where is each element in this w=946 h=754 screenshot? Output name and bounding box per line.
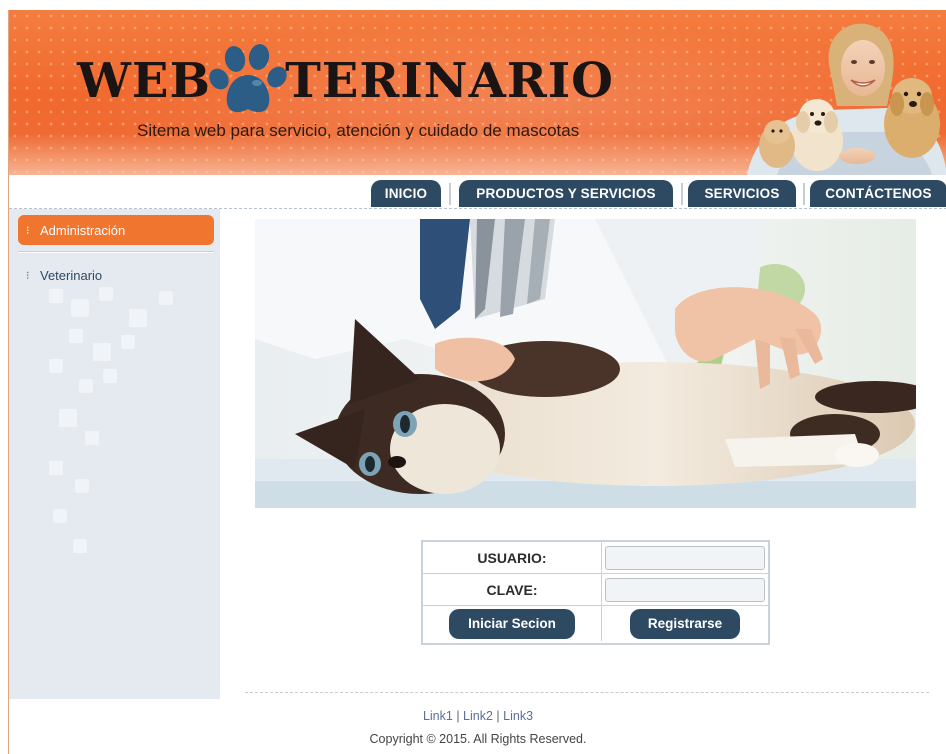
logo-text-right: TERINARIO — [285, 53, 614, 109]
nav-tab-contactenos[interactable]: CONTÁCTENOS — [810, 180, 946, 207]
sidebar-item-veterinario[interactable]: ⁝ Veterinario — [18, 260, 214, 290]
password-label: CLAVE: — [486, 581, 538, 598]
footer-links: Link1 | Link2 | Link3 — [422, 709, 534, 723]
login-button[interactable]: Iniciar Secion — [449, 608, 575, 639]
page-frame: WEB TERINARIO Sitema web para servicio, … — [8, 10, 946, 754]
site-header: WEB TERINARIO Sitema web para servicio, … — [9, 10, 946, 175]
login-form: USUARIO: CLAVE: Iniciar Secion Registrar… — [421, 540, 770, 645]
sidebar-divider — [18, 251, 214, 253]
sidebar-item-label: Veterinario — [40, 267, 103, 283]
site-tagline: Sitema web para servicio, atención y cui… — [137, 121, 580, 140]
footer-link-2[interactable]: Link2 — [463, 709, 493, 723]
main-photo-vet-with-cat — [255, 219, 916, 508]
copyright-text: Copyright © 2015. All Rights Reserved. — [369, 732, 587, 746]
sidebar-item-label: Administración — [40, 222, 126, 238]
sidebar-item-administracion[interactable]: ⁝ Administración — [18, 215, 214, 245]
bullet-dots-icon: ⁝ — [26, 224, 30, 237]
main-navigation: INICIO PRODUCTOS Y SERVICIOS SERVICIOS C… — [9, 175, 946, 209]
nav-tab-servicios[interactable]: SERVICIOS — [688, 180, 796, 207]
footer-link-3[interactable]: Link3 — [503, 709, 533, 723]
site-logo[interactable]: WEB TERINARIO — [77, 44, 614, 116]
username-label: USUARIO: — [477, 549, 547, 566]
header-photo-woman-with-puppies — [747, 23, 946, 175]
paw-icon — [209, 44, 287, 113]
bullet-dots-icon: ⁝ — [26, 269, 30, 282]
nav-tab-inicio[interactable]: INICIO — [371, 180, 441, 207]
username-input[interactable] — [605, 545, 765, 570]
register-button[interactable]: Registrarse — [630, 608, 740, 639]
logo-text-left: WEB — [77, 53, 212, 109]
content-divider — [245, 692, 929, 693]
sidebar: ⁝ Administración ⁝ Veterinario — [9, 209, 220, 699]
footer-link-1[interactable]: Link1 — [423, 709, 453, 723]
site-footer: Link1 | Link2 | Link3 Copyright © 2015. … — [9, 699, 946, 754]
password-input[interactable] — [605, 577, 765, 602]
nav-tab-productos-y-servicios[interactable]: PRODUCTOS Y SERVICIOS — [459, 180, 673, 207]
